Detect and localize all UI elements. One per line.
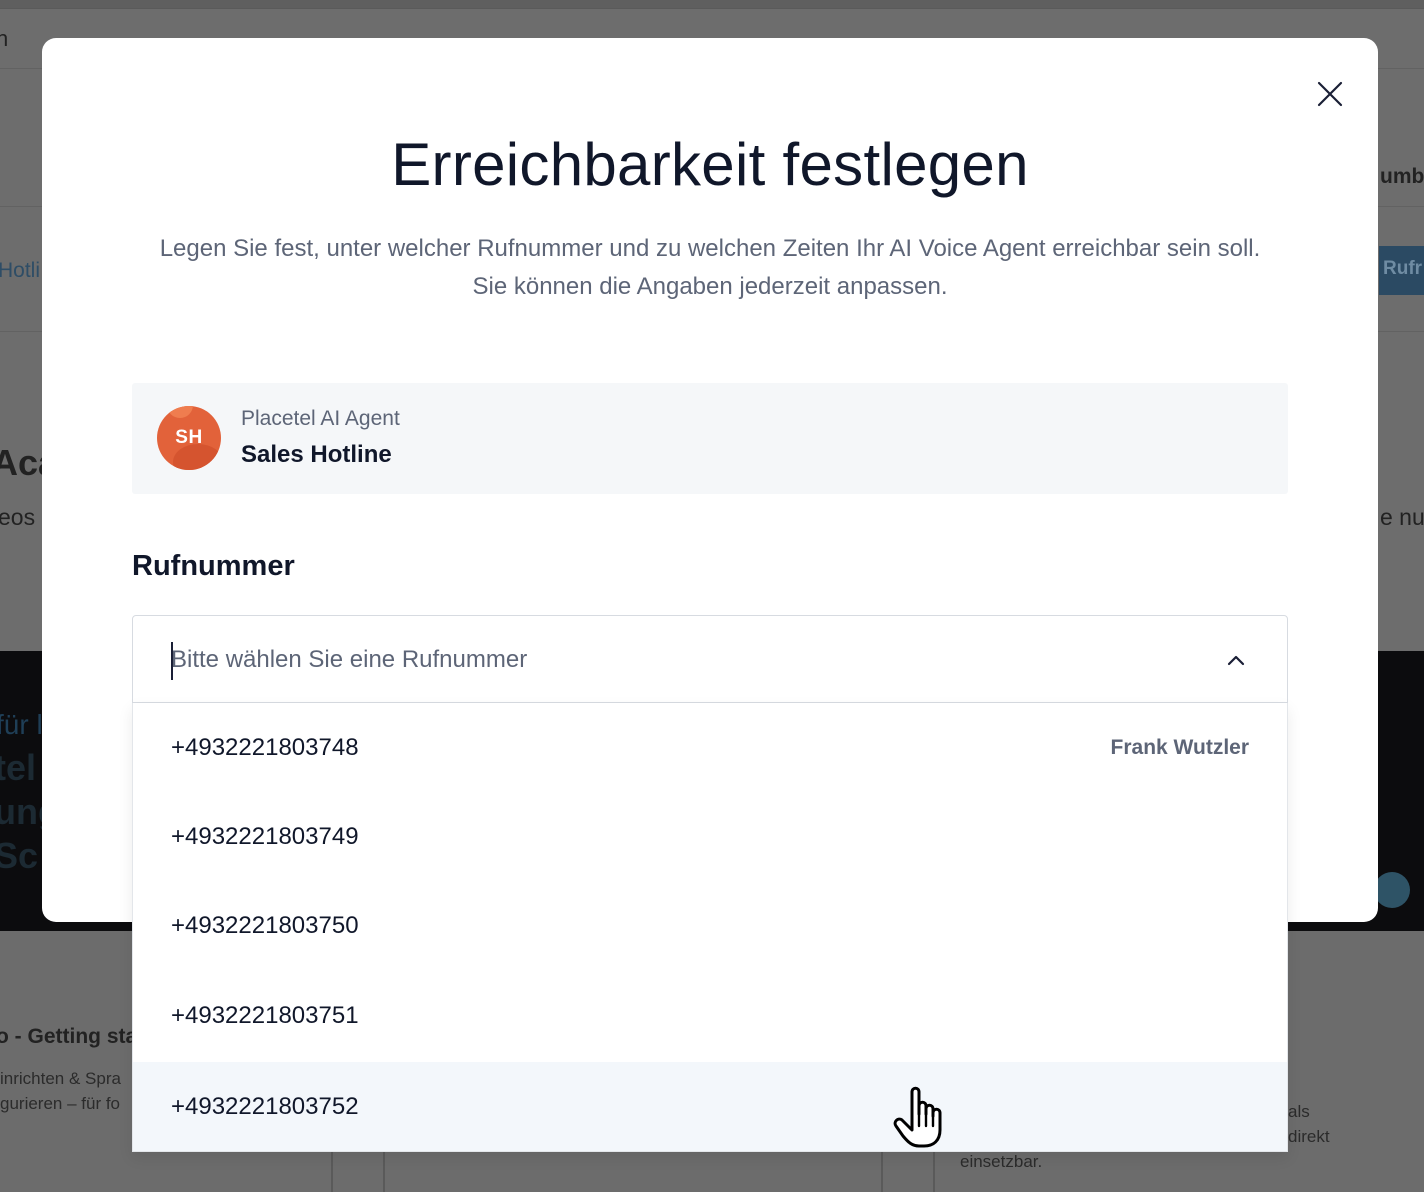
phone-option-number: +4932221803750 [171, 912, 359, 939]
phone-option[interactable]: +4932221803749 [133, 792, 1287, 881]
background-text: n [0, 26, 9, 51]
background-text: Hotli [0, 259, 41, 282]
close-button[interactable] [1314, 78, 1346, 110]
phone-number-label: Rufnummer [132, 550, 295, 582]
avatar-initials: SH [175, 427, 203, 448]
agent-card: SH Placetel AI Agent Sales Hotline [132, 383, 1288, 494]
agent-name: Sales Hotline [241, 441, 392, 468]
modal-description-line: Legen Sie fest, unter welcher Rufnummer … [159, 235, 1261, 262]
phone-option-number: +4932221803749 [171, 823, 359, 850]
modal-description: Legen Sie fest, unter welcher Rufnummer … [102, 230, 1318, 306]
phone-option-number: +4932221803748 [171, 734, 359, 761]
phone-number-select[interactable]: Bitte wählen Sie eine Rufnummer [132, 615, 1288, 703]
phone-option-owner: Frank Wutzler [1110, 736, 1249, 759]
background-button: Rufr [1379, 246, 1424, 295]
background-text: e nut [1380, 504, 1424, 530]
phone-option[interactable]: +4932221803750 [133, 881, 1287, 970]
phone-option-hovered[interactable]: +4932221803752 [133, 1062, 1287, 1151]
agent-type: Placetel AI Agent [241, 407, 400, 430]
modal-description-line: Sie können die Angaben jederzeit anpasse… [472, 273, 948, 300]
phone-number-dropdown: +4932221803748 Frank Wutzler +4932221803… [132, 703, 1288, 1152]
background-text: umbe [1380, 165, 1424, 188]
phone-option-number: +4932221803751 [171, 1002, 359, 1029]
chat-bubble-icon [1374, 872, 1410, 908]
phone-option[interactable]: +4932221803751 [133, 971, 1287, 1060]
background-topbar [0, 0, 1424, 9]
chevron-up-icon[interactable] [1223, 650, 1249, 670]
phone-option[interactable]: +4932221803748 Frank Wutzler [133, 703, 1287, 792]
close-icon [1317, 81, 1343, 107]
background-text: eos [0, 504, 36, 530]
phone-option-number: +4932221803752 [171, 1093, 359, 1120]
phone-number-placeholder[interactable]: Bitte wählen Sie eine Rufnummer [171, 616, 527, 702]
hand-pointer-icon [893, 1086, 942, 1148]
avatar: SH [157, 406, 221, 470]
modal-title: Erreichbarkeit festlegen [391, 131, 1029, 198]
